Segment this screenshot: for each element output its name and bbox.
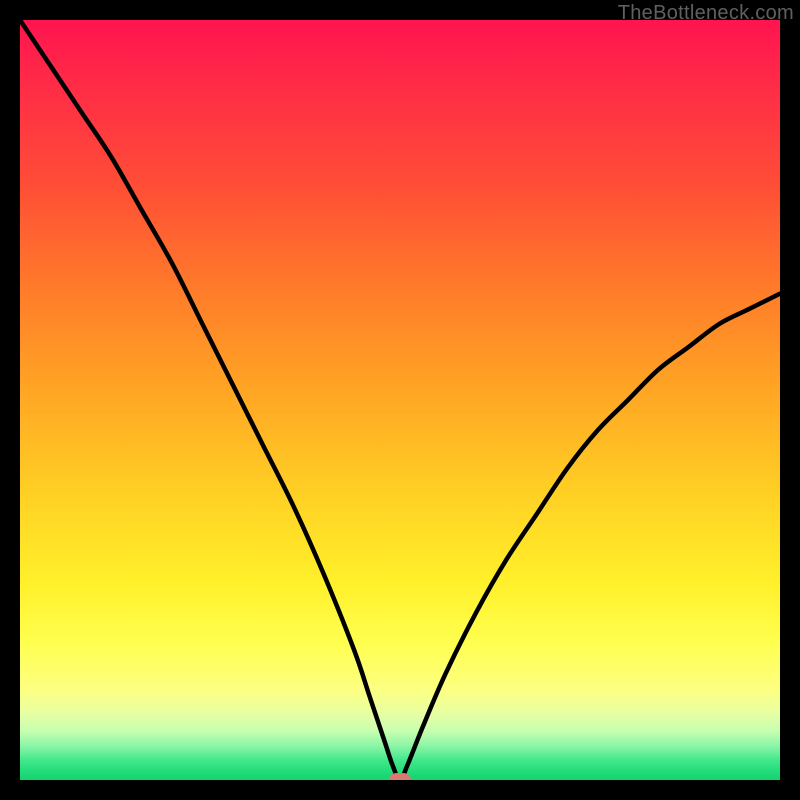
bottleneck-curve: [20, 20, 780, 780]
watermark-text: TheBottleneck.com: [618, 2, 794, 25]
minimum-marker: [389, 773, 411, 780]
plot-area: [20, 20, 780, 780]
chart-frame: TheBottleneck.com: [0, 0, 800, 800]
